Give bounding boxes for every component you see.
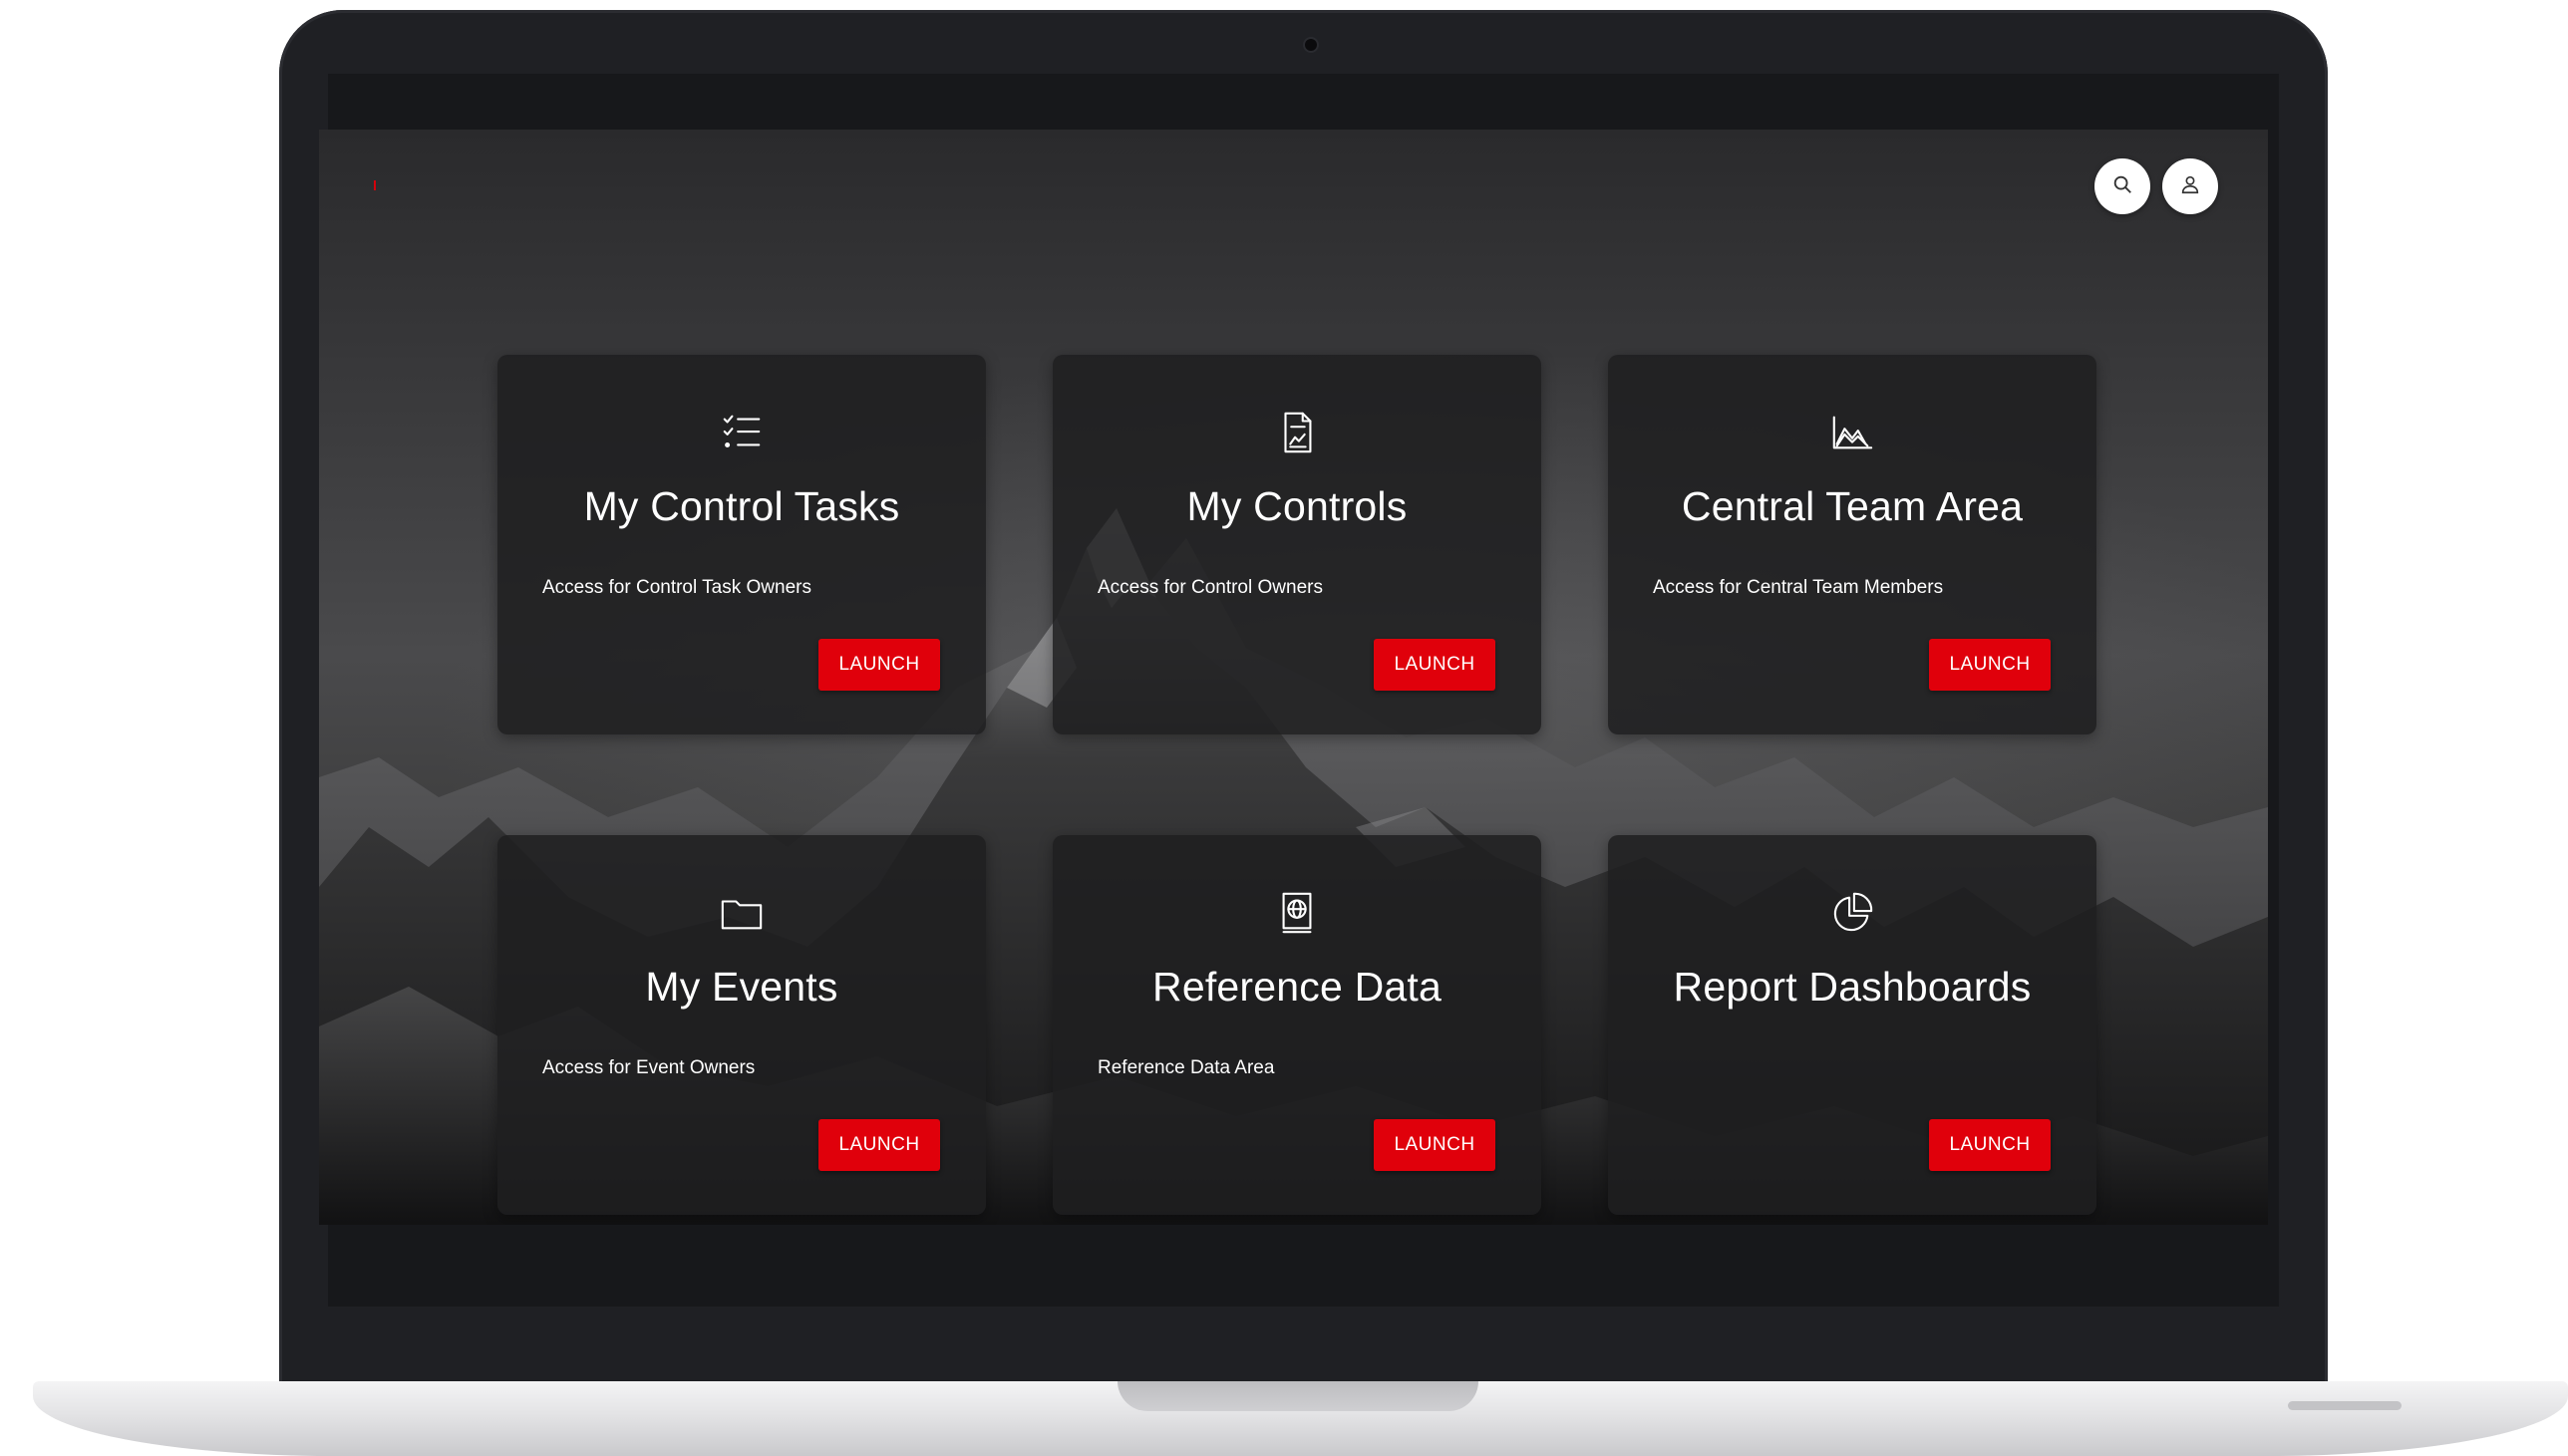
launch-button[interactable]: LAUNCH: [1929, 639, 2051, 691]
user-icon: [2179, 173, 2201, 200]
card-title: Report Dashboards: [1673, 964, 2032, 1010]
folder-icon: [717, 888, 767, 938]
card-title: Central Team Area: [1681, 483, 2024, 529]
area-chart-icon: [1827, 408, 1877, 457]
card-title: My Controls: [1186, 483, 1408, 529]
checklist-icon: [717, 408, 767, 457]
card-description: Access for Event Owners: [542, 1057, 756, 1078]
brand-accent-mark: [374, 180, 376, 190]
camera: [1305, 39, 1317, 51]
card-my-controls: My Controls Access for Control Owners LA…: [1053, 355, 1541, 734]
card-report-dashboards: Report Dashboards LAUNCH: [1608, 835, 2096, 1215]
search-button[interactable]: [2094, 158, 2150, 214]
card-description: Access for Control Task Owners: [542, 577, 811, 598]
search-icon: [2111, 173, 2133, 200]
card-title: My Control Tasks: [583, 483, 900, 529]
globe-book-icon: [1272, 888, 1322, 938]
card-central-team-area: Central Team Area Access for Central Tea…: [1608, 355, 2096, 734]
app-screen: My Control Tasks Access for Control Task…: [319, 130, 2268, 1225]
launch-button[interactable]: LAUNCH: [1374, 639, 1495, 691]
device-mockup: My Control Tasks Access for Control Task…: [0, 0, 2568, 1456]
laptop-indicator-light: [2288, 1401, 2402, 1410]
card-reference-data: Reference Data Reference Data Area LAUNC…: [1053, 835, 1541, 1215]
launch-button[interactable]: LAUNCH: [818, 1119, 940, 1171]
laptop-opening-notch: [1118, 1381, 1478, 1411]
launch-button[interactable]: LAUNCH: [818, 639, 940, 691]
launch-button[interactable]: LAUNCH: [1929, 1119, 2051, 1171]
card-my-events: My Events Access for Event Owners LAUNCH: [497, 835, 986, 1215]
card-title: Reference Data: [1152, 964, 1442, 1010]
pie-chart-icon: [1827, 888, 1877, 938]
document-chart-icon: [1272, 408, 1322, 457]
user-button[interactable]: [2162, 158, 2218, 214]
card-description: Access for Control Owners: [1098, 577, 1323, 598]
launch-button[interactable]: LAUNCH: [1374, 1119, 1495, 1171]
card-description: Reference Data Area: [1098, 1057, 1275, 1078]
card-description: Access for Central Team Members: [1653, 577, 1944, 598]
card-my-control-tasks: My Control Tasks Access for Control Task…: [497, 355, 986, 734]
card-title: My Events: [645, 964, 838, 1010]
